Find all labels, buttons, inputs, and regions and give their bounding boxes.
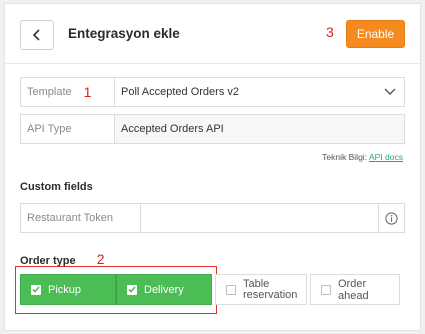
option-delivery-label: Delivery [144,283,184,296]
order-type-options: Pickup Delivery Table reservation Order … [20,274,400,305]
enable-button[interactable]: Enable [346,20,405,48]
info-icon[interactable] [378,204,404,232]
annotation-1: 1 [83,84,92,100]
option-table-reservation[interactable]: Table reservation [215,274,307,305]
chevron-left-icon [32,29,40,41]
custom-fields-title: Custom fields [20,181,93,193]
api-type-field: API Type Accepted Orders API [20,114,405,144]
check-icon [31,284,41,295]
technical-info-label: Teknik Bilgi: [322,152,368,162]
template-select[interactable]: Template 1 Poll Accepted Orders v2 [20,77,405,107]
api-docs-link[interactable]: API docs [369,152,403,162]
template-label: Template 1 [21,78,115,106]
option-pickup-label: Pickup [48,283,82,296]
option-order-ahead-label: Order ahead [338,277,369,302]
header: Entegrasyon ekle 3 Enable [5,4,420,64]
api-type-label: API Type [21,115,115,143]
page-title: Entegrasyon ekle [68,26,180,41]
option-table-reservation-label: Table reservation [243,277,298,301]
order-type-title: Order type 2 [20,251,105,267]
option-delivery[interactable]: Delivery [116,274,212,305]
integration-card: Entegrasyon ekle 3 Enable Template 1 Pol… [4,3,421,331]
technical-info: Teknik Bilgi: API docs [322,152,403,162]
template-value: Poll Accepted Orders v2 [121,86,240,98]
check-icon [127,284,137,295]
back-button[interactable] [20,20,54,50]
annotation-3: 3 [326,24,334,40]
option-pickup[interactable]: Pickup [20,274,116,305]
restaurant-token-input[interactable] [141,204,378,232]
restaurant-token-label: Restaurant Token [21,204,141,232]
api-type-value: Accepted Orders API [115,115,404,143]
checkbox-icon [226,284,236,295]
annotation-2: 2 [96,251,105,267]
checkbox-icon [321,284,331,295]
restaurant-token-field[interactable]: Restaurant Token [20,203,405,233]
option-order-ahead[interactable]: Order ahead [310,274,400,305]
chevron-down-icon[interactable] [376,78,404,106]
